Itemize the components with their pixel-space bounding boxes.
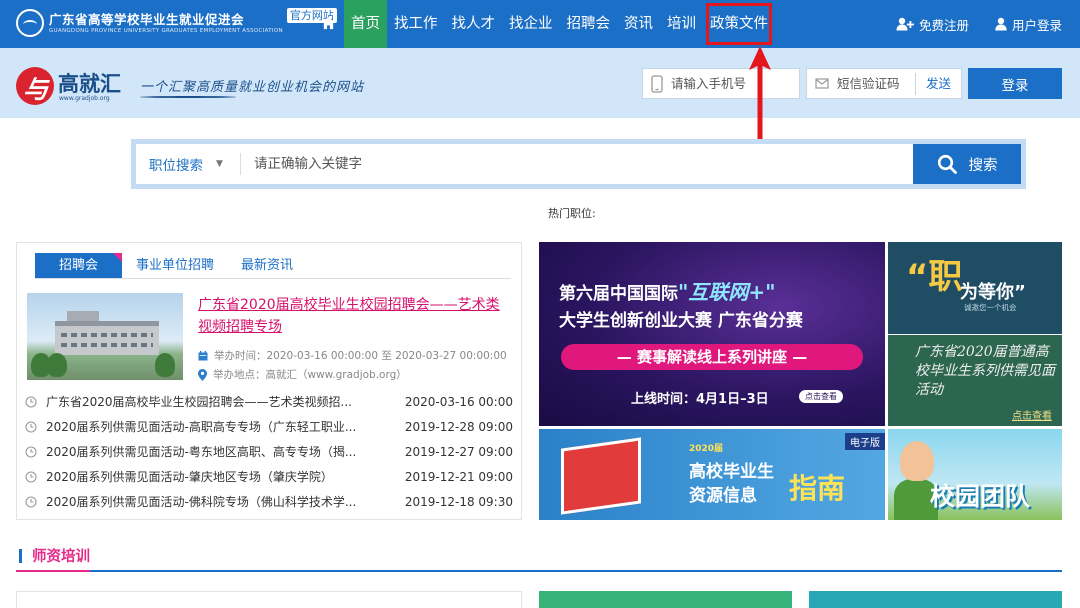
list-item-title: 广东省2020届高校毕业生校园招聘会——艺术类视频招... <box>46 395 352 409</box>
clock-icon <box>25 445 37 458</box>
section-title-teacher-training: 师资培训 <box>19 545 90 566</box>
list-item[interactable]: 2020届系列供需见面活动-佛科院专场（佛山科学技术学... 2019-12-1… <box>25 489 513 514</box>
sms-code-input[interactable] <box>837 76 915 91</box>
search-button-label: 搜索 <box>968 157 998 174</box>
nav-home[interactable]: 首页 <box>344 0 387 48</box>
list-item[interactable]: 2020届系列供需见面活动-粤东地区高职、高专专场（揭... 2019-12-2… <box>25 439 513 464</box>
list-item[interactable]: 2020届系列供需见面活动-肇庆地区专场（肇庆学院） 2019-12-21 09… <box>25 464 513 489</box>
nav-training[interactable]: 培训 <box>660 0 703 48</box>
tab-public-institution[interactable]: 事业单位招聘 <box>136 253 214 278</box>
send-code-button[interactable]: 发送 <box>914 72 961 95</box>
featured-fair-title[interactable]: 广东省2020届高校毕业生校园招聘会——艺术类视频招聘专场 <box>198 294 508 338</box>
guide-book-image <box>561 437 641 515</box>
job-fair-list: 广东省2020届高校毕业生校园招聘会——艺术类视频招... 2020-03-16… <box>25 389 513 514</box>
envelope-icon <box>815 78 829 89</box>
nav-find-company[interactable]: 找企业 <box>502 0 560 48</box>
slogan-underline <box>140 96 236 98</box>
section-divider <box>16 570 1062 572</box>
search-category-label: 职位搜索 <box>149 158 203 174</box>
mobile-phone-icon <box>651 74 663 93</box>
list-item-title: 2020届系列供需见面活动-高职高专专场（广东轻工职业... <box>46 420 357 434</box>
list-item-date: 2019-12-27 09:00 <box>404 444 513 459</box>
list-item-date: 2020-03-16 00:00 <box>404 394 513 409</box>
search-button[interactable]: 搜索 <box>913 144 1021 184</box>
job-waiting-banner[interactable]: “职 为等你” 诚邀您一个机会 <box>888 242 1062 334</box>
auth-links: 免费注册 用户登录 <box>870 0 1062 48</box>
list-item-date: 2019-12-18 09:30 <box>404 494 513 509</box>
search-input[interactable] <box>241 156 913 172</box>
list-item-title: 2020届系列供需见面活动-佛科院专场（佛山科学技术学... <box>46 495 357 509</box>
hot-jobs-label: 热门职位: <box>548 207 596 220</box>
clock-icon <box>25 495 37 508</box>
training-panel <box>16 591 522 608</box>
user-icon <box>995 17 1007 31</box>
nav-job-fair[interactable]: 招聘会 <box>560 0 618 48</box>
search-banner[interactable] <box>809 591 1062 608</box>
list-item[interactable]: 广东省2020届高校毕业生校园招聘会——艺术类视频招... 2020-03-16… <box>25 389 513 414</box>
association-name-en: GUANGDONG PROVINCE UNIVERSITY GRADUATES … <box>49 27 283 34</box>
association-name: 广东省高等学校毕业生就业促进会 <box>49 11 245 27</box>
nav-find-talent[interactable]: 找人才 <box>445 0 503 48</box>
home-icon[interactable] <box>321 16 336 30</box>
site-name: 高就汇 <box>58 72 121 96</box>
clock-icon <box>25 470 37 483</box>
featured-fair-image[interactable] <box>27 293 183 380</box>
phone-input[interactable] <box>671 76 799 91</box>
login-button[interactable]: 登录 <box>968 68 1062 99</box>
view-details-pill: 点击查看 <box>799 390 843 403</box>
featured-fair-time: 举办时间：2020-03-16 00:00:00 至 2020-03-27 00… <box>198 348 507 363</box>
site-slogan: 一个汇聚高质量就业创业机会的网站 <box>140 80 365 95</box>
register-label: 免费注册 <box>918 17 969 33</box>
list-item[interactable]: 2020届系列供需见面活动-高职高专专场（广东轻工职业... 2019-12-2… <box>25 414 513 439</box>
list-item-title: 2020届系列供需见面活动-粤东地区高职、高专专场（揭... <box>46 445 357 459</box>
training-banner[interactable] <box>539 591 792 608</box>
calendar-icon <box>198 350 208 360</box>
supply-demand-meeting-banner[interactable]: 广东省2020届普通高校毕业生系列供需见面活动 点击查看 <box>888 335 1062 426</box>
nav-news[interactable]: 资讯 <box>617 0 660 48</box>
annotation-arrow <box>749 46 771 144</box>
panel-tabs: 招聘会 事业单位招聘 最新资讯 <box>35 253 511 279</box>
tab-job-fair[interactable]: 招聘会 <box>35 253 123 278</box>
list-item-title: 2020届系列供需见面活动-肇庆地区专场（肇庆学院） <box>46 470 333 484</box>
campus-team-banner[interactable]: 校园团队 <box>888 429 1062 520</box>
user-login-link[interactable]: 用户登录 <box>995 15 1062 34</box>
add-user-icon <box>896 17 914 31</box>
main-nav: 首页 找工作 找人才 找企业 招聘会 资讯 培训 政策文件 <box>344 0 775 48</box>
register-link[interactable]: 免费注册 <box>896 15 969 34</box>
job-fair-panel: 招聘会 事业单位招聘 最新资讯 广东省2020届高校毕业生校园招聘会——艺术类视… <box>16 242 522 520</box>
tab-latest-news[interactable]: 最新资讯 <box>241 253 293 278</box>
nav-policy-docs[interactable]: 政策文件 <box>703 0 775 48</box>
nav-find-job[interactable]: 找工作 <box>387 0 445 48</box>
logo-char: 与 <box>23 75 49 104</box>
search-icon <box>937 154 957 174</box>
clock-icon <box>25 395 37 408</box>
caret-down-icon: ▼ <box>216 159 223 169</box>
list-item-date: 2019-12-21 09:00 <box>404 469 513 484</box>
gradjob-logo[interactable]: 与 <box>16 67 54 105</box>
association-logo-icon <box>16 9 44 37</box>
user-login-label: 用户登录 <box>1011 17 1062 33</box>
featured-fair-place: 举办地点：高就汇（www.gradjob.org） <box>198 367 407 382</box>
sms-code-input-box[interactable]: 发送 <box>806 68 962 99</box>
phone-input-box[interactable] <box>642 68 800 99</box>
site-header: 与 高就汇 www.gradjob.org 一个汇聚高质量就业创业机会的网站 发… <box>0 48 1080 118</box>
location-pin-icon <box>198 368 207 381</box>
search-bar: 职位搜索 ▼ 搜索 <box>131 139 1026 189</box>
resource-guide-banner[interactable]: 电子版 2020届 高校毕业生 资源信息 指南 <box>539 429 885 520</box>
list-item-date: 2019-12-28 09:00 <box>404 419 513 434</box>
clock-icon <box>25 420 37 433</box>
site-url: www.gradjob.org <box>59 95 110 102</box>
internet-plus-contest-banner[interactable]: 第六届中国国际"互联网+" 大学生创新创业大赛 广东省分赛 — 赛事解读线上系列… <box>539 242 885 426</box>
search-category-select[interactable]: 职位搜索 ▼ <box>136 154 240 174</box>
top-nav-bar: 广东省高等学校毕业生就业促进会 GUANGDONG PROVINCE UNIVE… <box>0 0 1080 48</box>
association-brand[interactable]: 广东省高等学校毕业生就业促进会 GUANGDONG PROVINCE UNIVE… <box>16 8 337 38</box>
